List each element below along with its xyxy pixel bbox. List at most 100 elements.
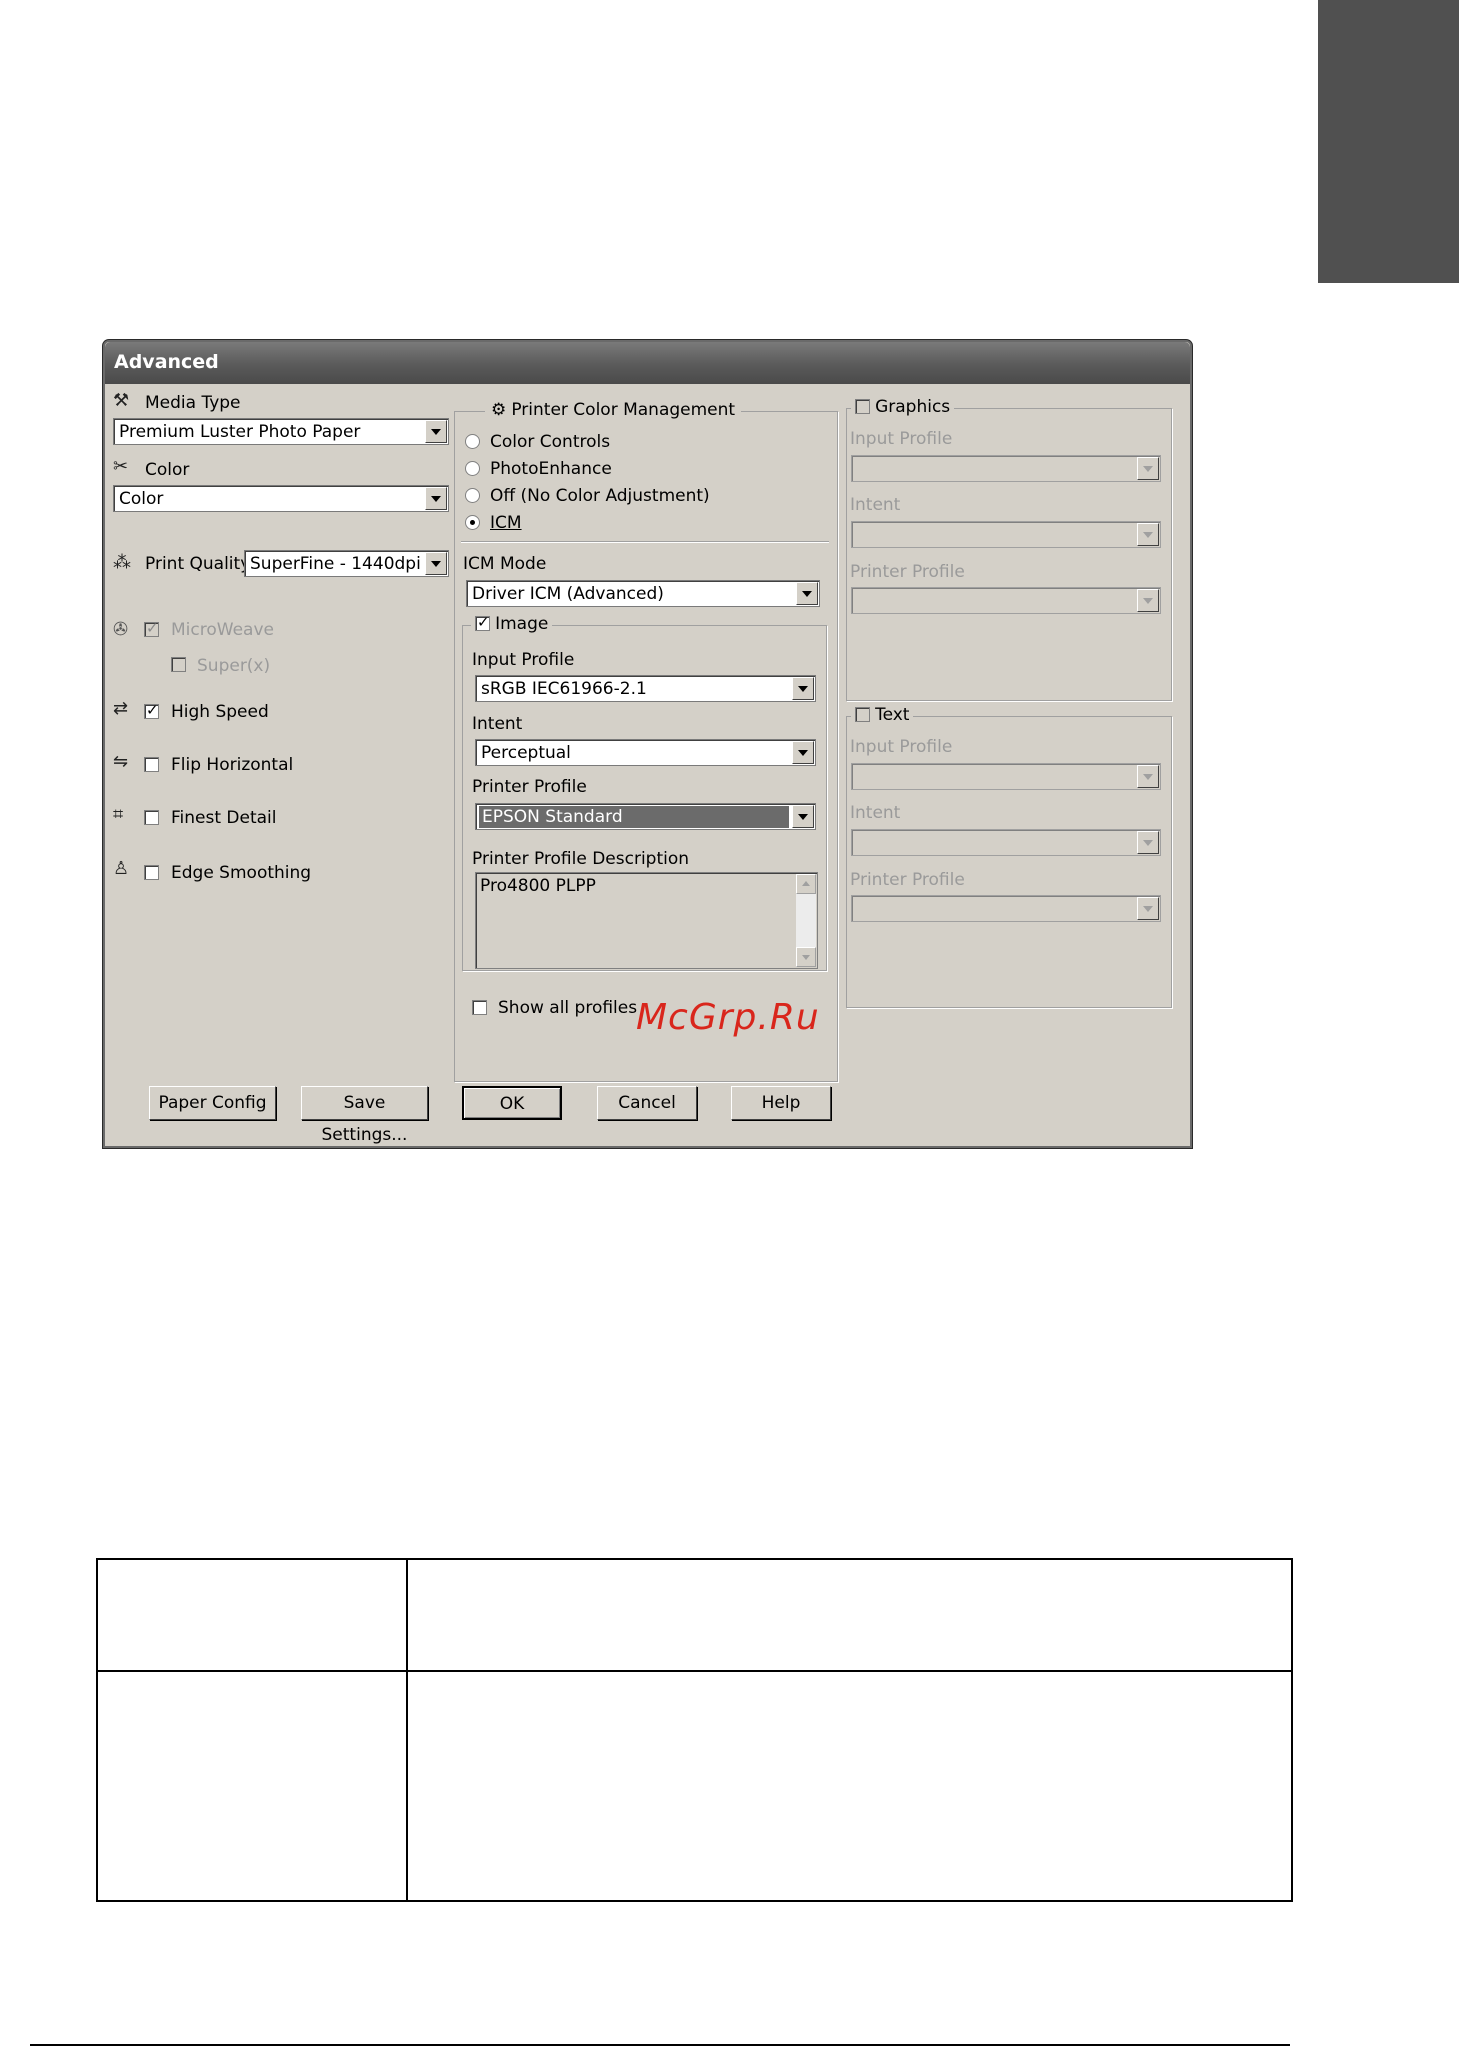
table-column-divider [406,1560,408,1900]
page-tab-marker [1318,0,1459,283]
graphics-intent-select[interactable] [851,521,1161,548]
text-checkbox[interactable] [855,707,870,722]
chevron-down-icon[interactable] [796,582,818,605]
media-type-icon: ⚒ [113,390,130,411]
show-all-profiles-checkbox[interactable] [472,1000,487,1015]
icm-mode-value: Driver ICM (Advanced) [472,584,664,604]
text-printer-profile-label: Printer Profile [850,870,965,890]
microweave-checkbox[interactable] [144,619,159,637]
chevron-down-icon[interactable] [1137,523,1159,546]
dialog-title: Advanced [114,351,219,373]
intent-value: Perceptual [481,743,571,763]
input-profile-select[interactable]: sRGB IEC61966-2.1 [475,675,816,702]
title-bar: Advanced [105,342,1190,384]
pcm-label: Printer Color Management [511,400,736,420]
radio-photoenhance[interactable] [465,461,480,476]
color-controls-label: Color Controls [490,432,611,452]
high-speed-checkbox[interactable] [144,701,159,719]
show-all-profiles-label: Show all profiles [498,998,638,1018]
graphics-printer-profile-select[interactable] [851,587,1161,614]
printer-profile-select[interactable]: EPSON Standard [475,803,816,830]
input-profile-value: sRGB IEC61966-2.1 [481,679,647,699]
image-label: Image [495,614,549,634]
chevron-down-icon[interactable] [425,420,447,443]
edge-smoothing-label: Edge Smoothing [171,863,312,883]
scrollbar[interactable] [796,874,816,967]
print-quality-icon: ⁂ [113,552,131,573]
graphics-group [846,408,1172,701]
media-type-select[interactable]: Premium Luster Photo Paper [113,418,449,445]
icm-mode-select[interactable]: Driver ICM (Advanced) [466,580,820,607]
print-quality-value: SuperFine - 1440dpi [250,554,421,574]
finest-detail-label: Finest Detail [171,808,277,828]
save-settings-button[interactable]: Save Settings... [301,1086,428,1145]
graphics-label: Graphics [875,397,951,417]
microweave-icon: ✇ [113,619,129,640]
divider [461,541,829,542]
flip-horizontal-checkbox[interactable] [144,757,159,772]
chevron-down-icon[interactable] [792,741,814,764]
text-input-profile-label: Input Profile [850,737,953,757]
radio-off-no-color[interactable] [465,488,480,503]
radio-color-controls[interactable] [465,434,480,449]
text-intent-select[interactable] [851,829,1161,856]
edge-smoothing-icon: ♙ [113,858,130,879]
photoenhance-label: PhotoEnhance [490,459,612,479]
printer-profile-desc-value: Pro4800 PLPP [480,876,596,896]
advanced-dialog: Advanced ⚒ Media Type Premium Luster Pho… [103,340,1192,1148]
color-wheel-icon: ⚙ [491,400,507,420]
printer-profile-desc-box[interactable]: Pro4800 PLPP [475,872,818,969]
chevron-down-icon[interactable] [1137,457,1159,480]
print-quality-select[interactable]: SuperFine - 1440dpi [244,550,449,577]
edge-smoothing-checkbox[interactable] [144,865,159,880]
icm-label: ICM [490,513,522,533]
chevron-down-icon[interactable] [1137,831,1159,854]
text-input-profile-select[interactable] [851,763,1161,790]
help-button[interactable]: Help [731,1086,831,1120]
image-checkbox[interactable] [475,613,490,631]
input-profile-label: Input Profile [472,650,575,670]
color-icon: ✂ [113,456,129,477]
flip-horizontal-label: Flip Horizontal [171,755,294,775]
text-label: Text [875,705,910,725]
graphics-input-profile-select[interactable] [851,455,1161,482]
chevron-down-icon[interactable] [792,805,814,828]
superx-label: Super(x) [197,656,271,676]
text-intent-label: Intent [850,803,901,823]
color-value: Color [119,489,164,509]
superx-checkbox[interactable] [171,657,186,672]
chevron-down-icon[interactable] [1137,897,1159,920]
color-label: Color [145,460,190,480]
scroll-up-icon[interactable] [796,874,816,894]
media-type-label: Media Type [145,393,241,413]
chevron-down-icon[interactable] [425,487,447,510]
paper-config-button[interactable]: Paper Config [149,1086,276,1120]
high-speed-label: High Speed [171,702,269,722]
graphics-checkbox[interactable] [855,399,870,414]
chevron-down-icon[interactable] [792,677,814,700]
graphics-input-profile-label: Input Profile [850,429,953,449]
scroll-down-icon[interactable] [796,947,816,967]
cancel-button[interactable]: Cancel [597,1086,697,1120]
high-speed-icon: ⇄ [113,698,129,719]
finest-detail-checkbox[interactable] [144,810,159,825]
radio-icm[interactable] [465,515,480,530]
graphics-intent-label: Intent [850,495,901,515]
graphics-printer-profile-label: Printer Profile [850,562,965,582]
intent-select[interactable]: Perceptual [475,739,816,766]
intent-label: Intent [472,714,523,734]
text-printer-profile-select[interactable] [851,895,1161,922]
icm-mode-label: ICM Mode [463,554,547,574]
microweave-label: MicroWeave [171,620,274,640]
watermark-logo: McGrp.Ru [636,997,820,1038]
ok-button[interactable]: OK [462,1086,562,1120]
graphics-legend: Graphics [851,397,955,417]
printer-profile-desc-label: Printer Profile Description [472,849,690,869]
image-legend: Image [471,613,553,634]
chevron-down-icon[interactable] [425,552,447,575]
off-no-color-label: Off (No Color Adjustment) [490,486,710,506]
flip-horizontal-icon: ⇋ [113,751,129,772]
chevron-down-icon[interactable] [1137,589,1159,612]
chevron-down-icon[interactable] [1137,765,1159,788]
color-select[interactable]: Color [113,485,449,512]
